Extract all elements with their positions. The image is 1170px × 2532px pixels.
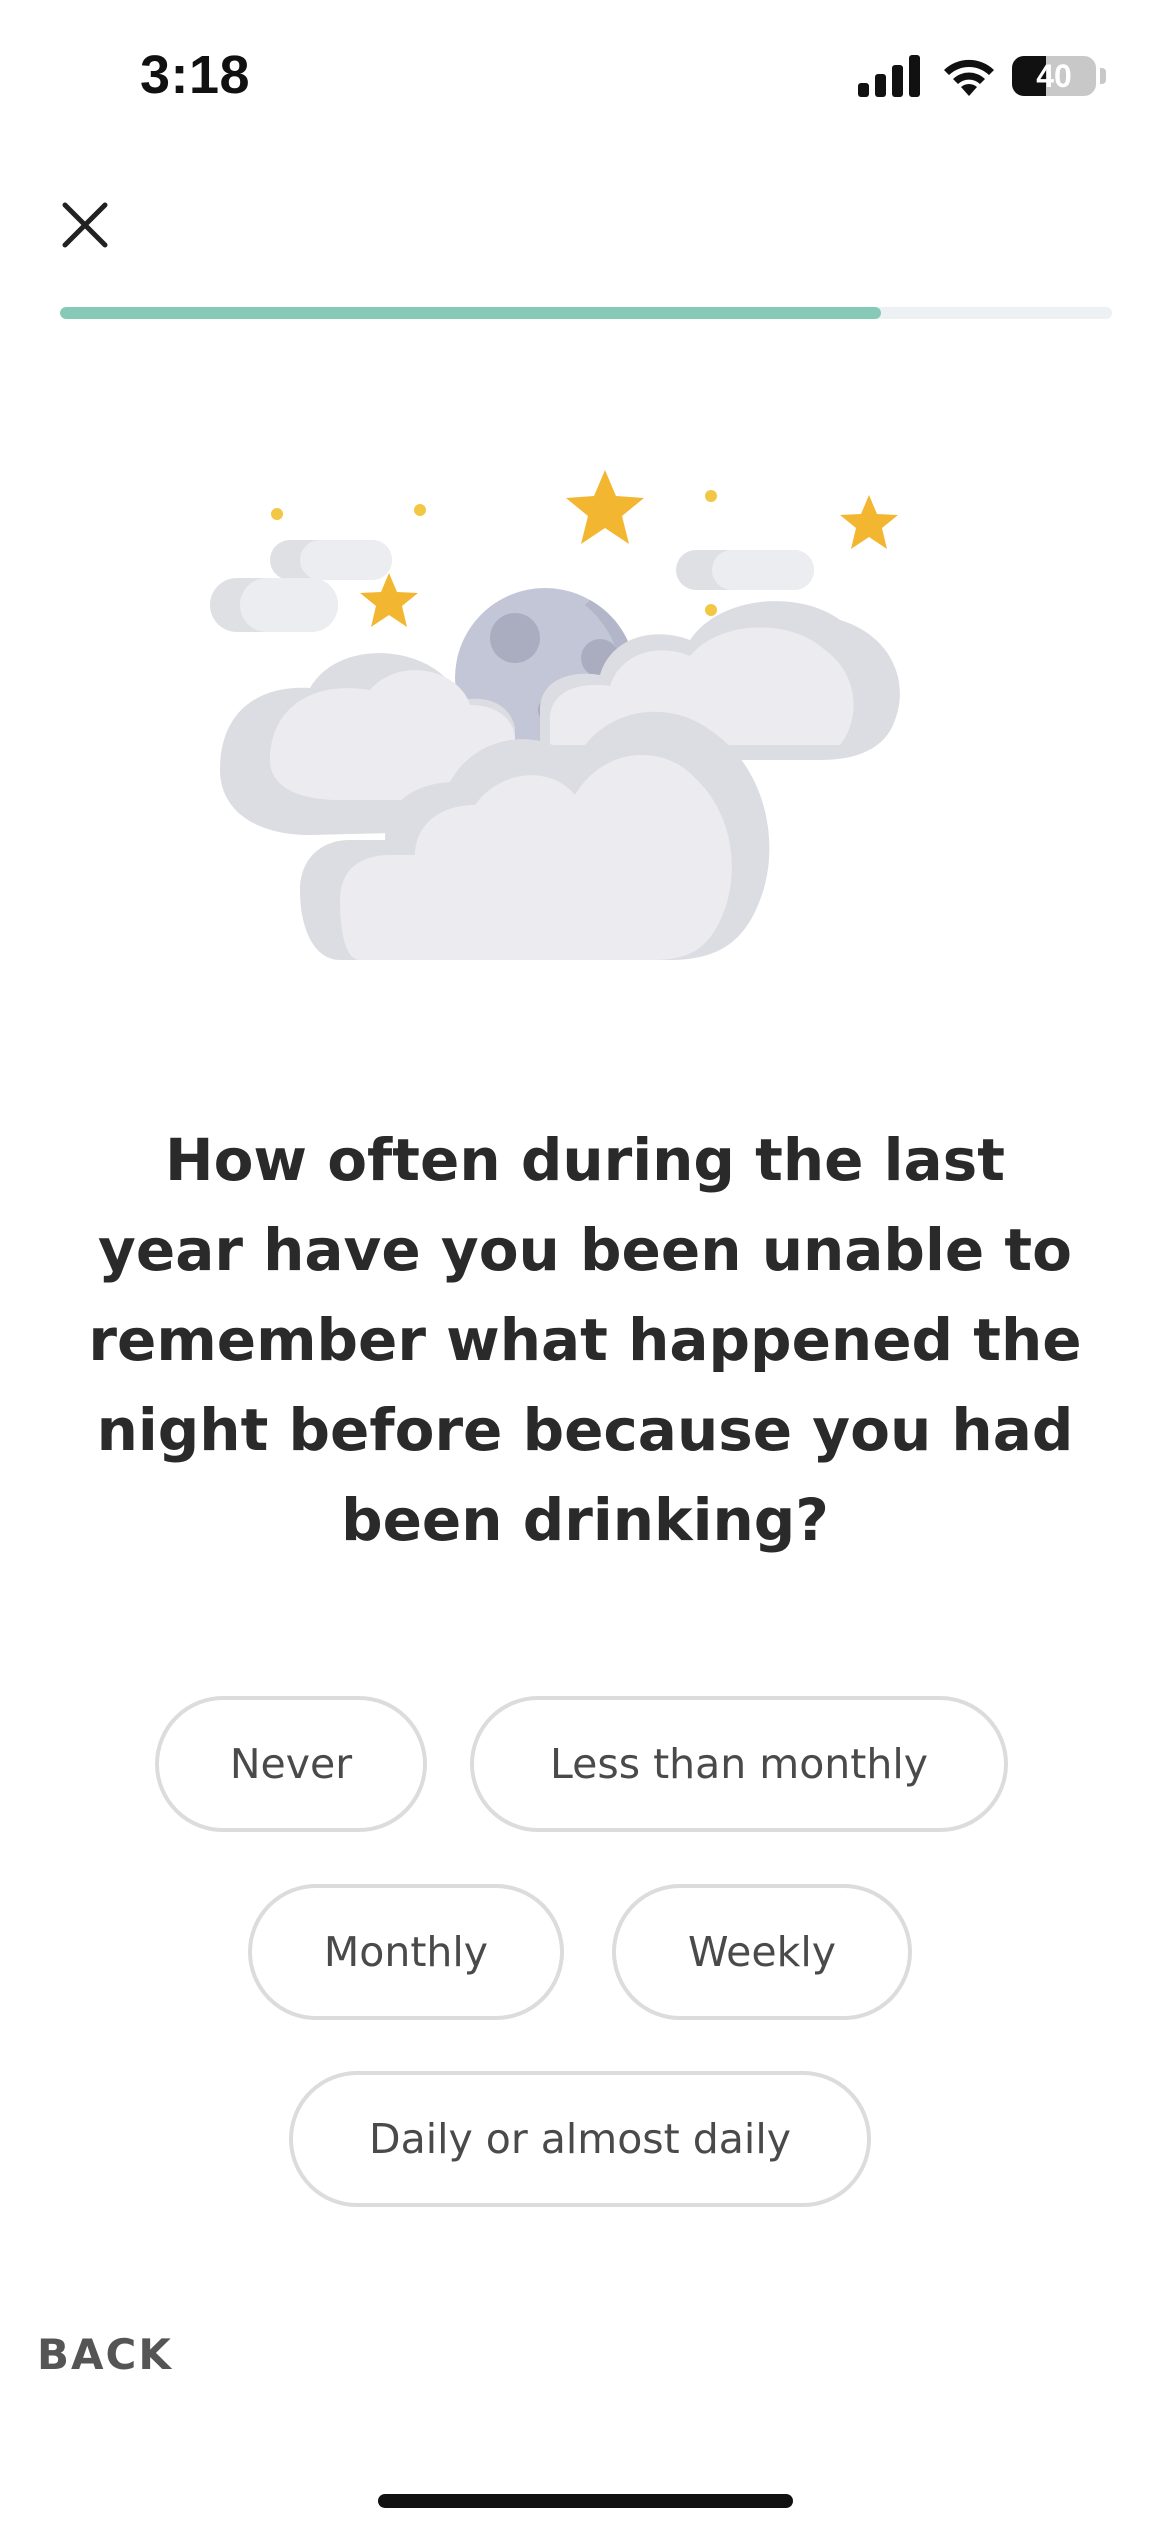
- question-text: How often during the last year have you …: [88, 1126, 1082, 1554]
- wifi-icon: [944, 59, 994, 96]
- battery-tip: [1100, 68, 1106, 84]
- cellular-signal-icon: [858, 55, 920, 97]
- back-button[interactable]: BACK: [37, 2330, 173, 2379]
- status-bar: 3:18 40: [0, 0, 1170, 150]
- star-icon: [360, 470, 898, 627]
- option-weekly[interactable]: Weekly: [612, 1884, 912, 2020]
- home-indicator[interactable]: [378, 2494, 793, 2508]
- option-monthly[interactable]: Monthly: [248, 1884, 564, 2020]
- status-time: 3:18: [140, 45, 251, 105]
- moon-clouds-illustration: [210, 470, 900, 960]
- battery-icon: 40: [1012, 56, 1096, 96]
- option-daily-or-almost-daily[interactable]: Daily or almost daily: [289, 2071, 871, 2207]
- close-button[interactable]: [50, 190, 120, 260]
- close-icon: [62, 202, 108, 248]
- option-less-than-monthly[interactable]: Less than monthly: [470, 1696, 1008, 1832]
- progress-bar: [60, 307, 1112, 319]
- battery-level: 40: [1036, 58, 1072, 94]
- option-never[interactable]: Never: [155, 1696, 427, 1832]
- progress-fill: [60, 307, 881, 319]
